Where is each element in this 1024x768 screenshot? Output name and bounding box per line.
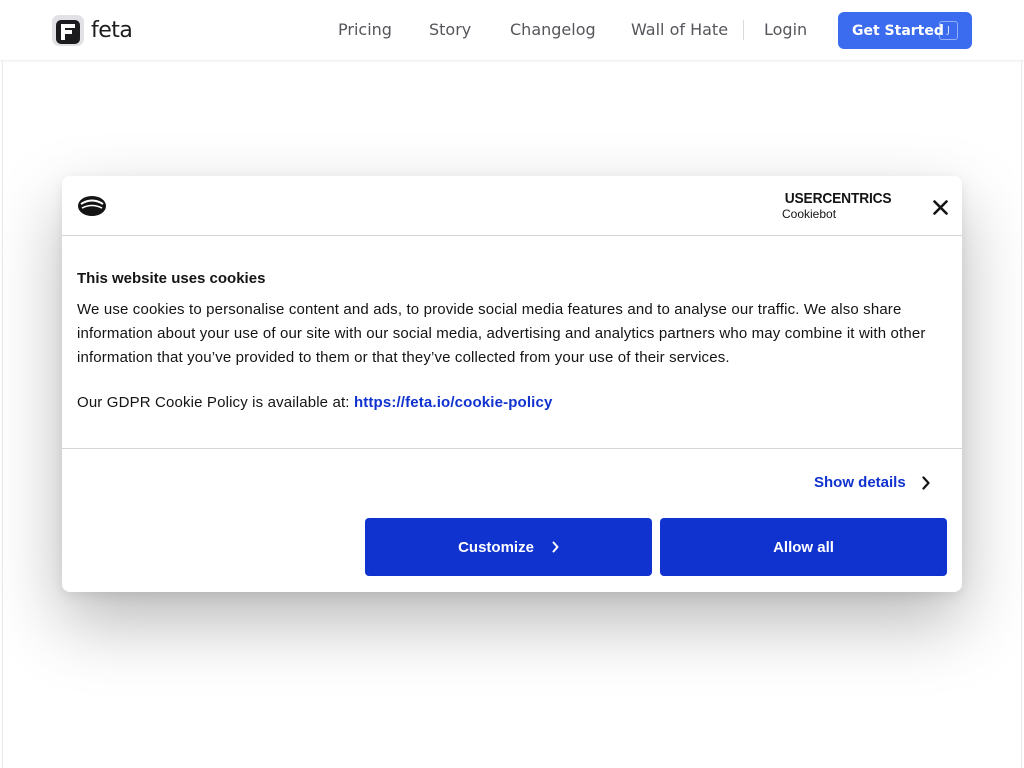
chevron-right-icon (922, 475, 930, 490)
dialog-title: This website uses cookies (77, 270, 266, 287)
dialog-header: USERCENTRICS Cookiebot (62, 176, 962, 236)
cookiebot-wordmark: Cookiebot (782, 207, 837, 221)
allow-all-label: Allow all (773, 538, 834, 556)
customize-label: Customize (458, 538, 534, 556)
logo-text: feta (91, 18, 133, 43)
nav-wall-of-hate[interactable]: Wall of Hate (631, 18, 728, 42)
usercentrics-brand: USERCENTRICS Cookiebot (782, 190, 898, 224)
feta-logo-icon (52, 15, 84, 46)
customize-button[interactable]: Customize (365, 518, 652, 576)
nav-changelog[interactable]: Changelog (510, 18, 596, 42)
cookie-consent-dialog: USERCENTRICS Cookiebot This website uses… (62, 176, 962, 592)
nav-divider (743, 20, 744, 40)
dialog-description: We use cookies to personalise content an… (77, 301, 926, 366)
usercentrics-wordmark: USERCENTRICS (784, 190, 892, 207)
cookie-policy-link[interactable]: https://feta.io/cookie-policy (354, 394, 553, 411)
allow-all-button[interactable]: Allow all (660, 518, 947, 576)
keyboard-shortcut-badge: J (939, 21, 958, 40)
nav-story[interactable]: Story (429, 18, 471, 42)
nav-pricing[interactable]: Pricing (338, 18, 392, 42)
dialog-divider (62, 448, 962, 449)
feta-logo[interactable]: feta (52, 15, 133, 46)
policy-prefix: Our GDPR Cookie Policy is available at: (77, 394, 354, 411)
policy-line: Our GDPR Cookie Policy is available at: … (77, 394, 552, 411)
get-started-button[interactable]: Get Started J (838, 12, 972, 49)
cookie-logo-icon (77, 193, 107, 222)
site-header: feta Pricing Story Changelog Wall of Hat… (0, 0, 1024, 61)
close-dialog-button[interactable] (928, 195, 952, 219)
show-details-link[interactable]: Show details (814, 474, 930, 491)
nav-login[interactable]: Login (764, 18, 807, 42)
get-started-label: Get Started (852, 22, 944, 39)
close-icon (932, 199, 948, 215)
chevron-right-icon (552, 541, 559, 553)
show-details-label: Show details (814, 474, 906, 491)
